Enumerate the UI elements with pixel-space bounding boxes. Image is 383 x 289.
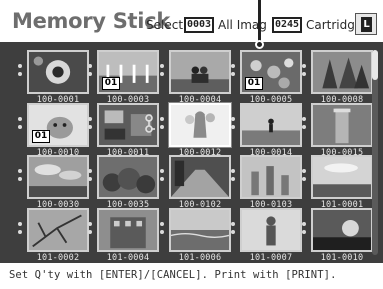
image-number-label: 101-0006	[178, 253, 222, 263]
thumbnail-image[interactable]	[97, 208, 159, 252]
thumbnail-image[interactable]	[311, 50, 373, 94]
print-quantity-badge: 01	[102, 77, 120, 90]
total-count: 0245	[272, 17, 302, 33]
selection-dots-icon	[18, 64, 22, 80]
cartridge-size-value: L	[361, 17, 372, 32]
scrollbar[interactable]	[372, 50, 378, 255]
selection-dots-icon	[18, 117, 22, 133]
thumbnail-image[interactable]	[240, 155, 302, 199]
selection-dots-icon	[88, 169, 92, 185]
scroll-thumb[interactable]	[372, 50, 378, 80]
thumbnail-image[interactable]: 01	[27, 103, 89, 147]
selection-dots-icon	[88, 117, 92, 133]
image-number-label: 101-0004	[106, 253, 150, 263]
thumbnail-image[interactable]	[311, 208, 373, 252]
select-label: Select	[146, 18, 184, 32]
selection-dots-icon	[88, 64, 92, 80]
thumbnail-image[interactable]	[169, 103, 231, 147]
selection-dots-icon	[231, 169, 235, 185]
header-bar: Memory Stick Select 0003 All Imag 0245 C…	[0, 0, 383, 42]
instruction-hint: Set Q'ty with [ENTER]/[CANCEL]. Print wi…	[9, 269, 337, 281]
selection-dots-icon	[302, 169, 306, 185]
selection-dots-icon	[160, 64, 164, 80]
selection-dots-icon	[160, 169, 164, 185]
print-quantity-badge: 01	[245, 77, 263, 90]
selected-count: 0003	[184, 17, 214, 33]
footer-bar: Set Q'ty with [ENTER]/[CANCEL]. Print wi…	[0, 263, 383, 289]
print-selection-screen: Memory Stick Select 0003 All Imag 0245 C…	[0, 0, 383, 289]
thumbnail-grid: 100-0001 01 100-0003 100-0004 01 100-0005 100-…	[0, 42, 383, 263]
print-quantity-badge: 01	[32, 130, 50, 143]
thumbnail-image[interactable]: 01	[97, 50, 159, 94]
cartridge-size-icon: L	[355, 13, 377, 35]
thumbnail-image[interactable]	[27, 208, 89, 252]
selection-dots-icon	[88, 222, 92, 238]
image-number-label: 101-0010	[320, 253, 364, 263]
thumbnail-image[interactable]	[169, 208, 231, 252]
protect-key-icon	[144, 114, 156, 134]
selection-dots-icon	[160, 222, 164, 238]
image-number-label: 101-0007	[249, 253, 293, 263]
thumbnail-image[interactable]	[240, 208, 302, 252]
thumbnail-image[interactable]	[240, 103, 302, 147]
selection-dots-icon	[302, 222, 306, 238]
cursor-pointer-dot	[255, 40, 264, 49]
selection-dots-icon	[231, 222, 235, 238]
thumbnail-image[interactable]	[27, 50, 89, 94]
cartridge-label: Cartridge	[306, 18, 363, 32]
selection-dots-icon	[302, 117, 306, 133]
thumbnail-image[interactable]	[311, 103, 373, 147]
selection-dots-icon	[302, 64, 306, 80]
thumbnail-image[interactable]	[311, 155, 373, 199]
thumbnail-image[interactable]	[169, 155, 231, 199]
selection-dots-icon	[231, 64, 235, 80]
selection-dots-icon	[18, 169, 22, 185]
image-number-label: 101-0002	[36, 253, 80, 263]
selection-dots-icon	[160, 117, 164, 133]
thumbnail-image[interactable]: 01	[240, 50, 302, 94]
thumbnail-image[interactable]	[169, 50, 231, 94]
thumbnail-image[interactable]	[97, 155, 159, 199]
thumbnail-image[interactable]	[27, 155, 89, 199]
selection-dots-icon	[18, 222, 22, 238]
selection-dots-icon	[231, 117, 235, 133]
